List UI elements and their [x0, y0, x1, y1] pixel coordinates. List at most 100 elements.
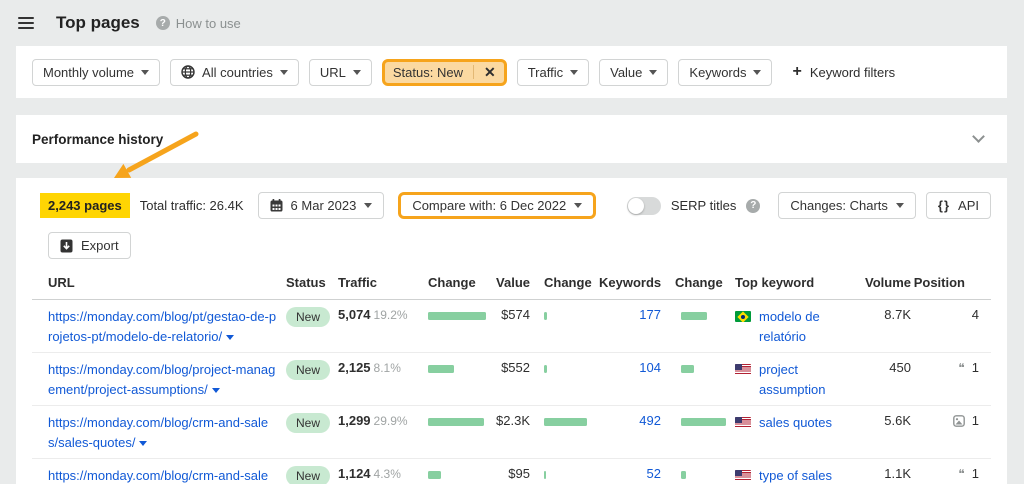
col-value[interactable]: Value: [496, 275, 530, 290]
traffic-change-cell: [428, 360, 496, 373]
volume-value: 450: [889, 360, 911, 375]
position-value: 1: [972, 466, 979, 481]
changes-charts-button[interactable]: Changes: Charts: [778, 192, 916, 219]
all-countries-filter[interactable]: All countries: [170, 59, 299, 86]
col-url[interactable]: URL: [48, 275, 286, 290]
page-url-link[interactable]: https://monday.com/blog/project-manageme…: [48, 362, 275, 397]
status-cell: New: [286, 466, 338, 484]
date-picker-button[interactable]: 6 Mar 2023: [258, 192, 385, 219]
volume-cell: 5.6K: [857, 413, 911, 428]
top-keyword-cell: sales quotes: [735, 413, 857, 433]
chevron-down-icon[interactable]: [212, 388, 220, 393]
keywords-cell: 52: [599, 466, 661, 481]
table-row: https://monday.com/blog/pt/gestao-de-pro…: [32, 300, 991, 353]
volume-cell: 1.1K: [857, 466, 911, 481]
keywords-change-bar: [681, 312, 707, 320]
col-position[interactable]: Position: [911, 275, 981, 290]
col-keywords[interactable]: Keywords: [599, 275, 661, 290]
value-change-cell: [530, 413, 599, 426]
page-url-link[interactable]: https://monday.com/blog/crm-and-sales/sa…: [48, 415, 268, 450]
top-keyword-link[interactable]: sales quotes: [759, 413, 832, 433]
traffic-cell: 2,1258.1%: [338, 360, 428, 375]
traffic-change-pct: 19.2%: [374, 308, 408, 322]
export-button[interactable]: Export: [48, 232, 131, 259]
value-change-bar: [544, 471, 546, 479]
changes-label: Changes: Charts: [790, 198, 888, 213]
keywords-cell: 104: [599, 360, 661, 375]
chevron-down-icon[interactable]: [139, 441, 147, 446]
value-filter-label: Value: [610, 65, 642, 80]
keywords-count-link[interactable]: 492: [639, 413, 661, 428]
col-value-change[interactable]: Change: [530, 275, 599, 290]
top-keyword-link[interactable]: type of sales: [759, 466, 832, 484]
value-change-cell: [530, 466, 599, 479]
serp-titles-label: SERP titles: [671, 198, 737, 213]
keywords-count-link[interactable]: 177: [639, 307, 661, 322]
serp-titles-toggle[interactable]: [627, 197, 661, 215]
country-flag: [735, 417, 751, 428]
value-amount: $2.3K: [496, 413, 530, 428]
keywords-count-link[interactable]: 52: [647, 466, 661, 481]
calendar-icon: [270, 199, 283, 212]
menu-icon[interactable]: [18, 14, 34, 32]
volume-value: 5.6K: [884, 413, 911, 428]
status-cell: New: [286, 413, 338, 433]
compare-with-button[interactable]: Compare with: 6 Dec 2022: [398, 192, 596, 219]
url-cell: https://monday.com/blog/crm-and-sales/ty…: [48, 466, 278, 484]
status-badge: New: [286, 413, 330, 433]
traffic-filter-label: Traffic: [528, 65, 563, 80]
keywords-change-cell: [661, 466, 735, 479]
all-countries-label: All countries: [202, 65, 273, 80]
traffic-change-cell: [428, 307, 496, 320]
api-button[interactable]: {} API: [926, 192, 991, 219]
keyword-filters-button[interactable]: + Keyword filters: [792, 64, 895, 80]
monthly-volume-filter[interactable]: Monthly volume: [32, 59, 160, 86]
volume-cell: 450: [857, 360, 911, 375]
url-filter[interactable]: URL: [309, 59, 372, 86]
col-traffic-change[interactable]: Change: [428, 275, 496, 290]
keywords-cell: 177: [599, 307, 661, 322]
table-row: https://monday.com/blog/crm-and-sales/sa…: [32, 406, 991, 459]
status-new-filter[interactable]: Status: New ✕: [382, 59, 507, 86]
country-flag: [735, 364, 751, 375]
col-keywords-change[interactable]: Change: [661, 275, 735, 290]
top-keyword-link[interactable]: modelo de relatório: [759, 307, 854, 346]
position-value: 1: [972, 413, 979, 428]
traffic-filter[interactable]: Traffic: [517, 59, 589, 86]
keywords-change-cell: [661, 360, 735, 373]
page-url-text: https://monday.com/blog/crm-and-sales/ty…: [48, 468, 268, 484]
chevron-down-icon[interactable]: [972, 130, 985, 143]
col-status[interactable]: Status: [286, 275, 338, 290]
value-cell: $552: [496, 360, 530, 375]
question-icon[interactable]: ?: [746, 199, 760, 213]
braces-icon: {}: [938, 198, 950, 213]
col-traffic[interactable]: Traffic: [338, 275, 428, 290]
value-cell: $2.3K: [496, 413, 530, 428]
page-url-link[interactable]: https://monday.com/blog/pt/gestao-de-pro…: [48, 309, 276, 344]
value-filter[interactable]: Value: [599, 59, 668, 86]
traffic-value: 5,074: [338, 307, 371, 322]
position-value: 1: [972, 360, 979, 375]
top-keyword-link[interactable]: project assumption: [759, 360, 854, 399]
date-label: 6 Mar 2023: [291, 198, 357, 213]
table-row: https://monday.com/blog/project-manageme…: [32, 353, 991, 406]
value-change-bar: [544, 312, 547, 320]
value-change-cell: [530, 360, 599, 373]
chevron-down-icon[interactable]: [226, 335, 234, 340]
how-to-use-link[interactable]: ? How to use: [156, 16, 241, 31]
keywords-count-link[interactable]: 104: [639, 360, 661, 375]
volume-cell: 8.7K: [857, 307, 911, 322]
col-top-keyword[interactable]: Top keyword: [735, 275, 857, 290]
url-cell: https://monday.com/blog/crm-and-sales/sa…: [48, 413, 278, 452]
status-badge: New: [286, 466, 330, 484]
col-volume[interactable]: Volume: [857, 275, 911, 290]
value-cell: $95: [496, 466, 530, 481]
top-pages-table: URL Status Traffic Change Value Change K…: [32, 271, 991, 484]
export-label: Export: [81, 238, 119, 253]
keywords-filter[interactable]: Keywords: [678, 59, 772, 86]
value-amount: $574: [501, 307, 530, 322]
close-icon[interactable]: ✕: [484, 65, 496, 79]
position-cell: ❝ 4: [911, 307, 981, 322]
page-url-link[interactable]: https://monday.com/blog/crm-and-sales/ty…: [48, 468, 268, 484]
performance-history-panel[interactable]: Performance history: [16, 115, 1007, 163]
